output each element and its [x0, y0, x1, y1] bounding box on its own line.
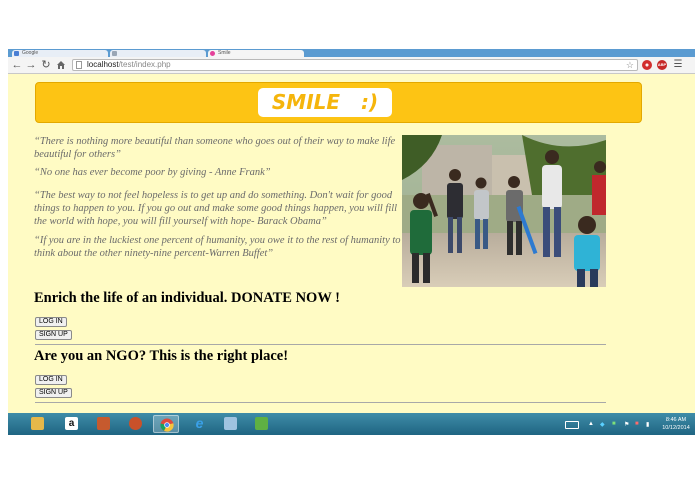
- taskbar-app[interactable]: [122, 415, 148, 433]
- taskbar-app[interactable]: [217, 415, 243, 433]
- menu-button[interactable]: ☰: [672, 59, 684, 71]
- flag-icon[interactable]: ⚑: [624, 421, 629, 428]
- home-button[interactable]: [55, 59, 67, 71]
- home-icon: [57, 61, 65, 69]
- bluetooth-icon[interactable]: ◆: [600, 421, 605, 428]
- tray-arrow-icon[interactable]: ▲: [588, 421, 594, 427]
- bookmark-star-icon[interactable]: ☆: [626, 60, 634, 70]
- taskbar-app[interactable]: [24, 415, 50, 433]
- extension-button[interactable]: ◉: [642, 60, 652, 70]
- chrome-icon: [160, 418, 174, 432]
- notepad-icon: [224, 417, 237, 430]
- tab-label: Smile: [218, 50, 231, 56]
- ngo-login-button[interactable]: LOG IN: [35, 375, 67, 385]
- amazon-icon: a: [65, 417, 78, 430]
- quote: “There is nothing more beautiful than so…: [34, 136, 396, 160]
- taskbar-app[interactable]: [90, 415, 116, 433]
- browser-tab-google[interactable]: Google: [12, 50, 108, 57]
- quote: “No one has ever become poor by giving -…: [34, 167, 271, 178]
- forward-button[interactable]: →: [25, 59, 37, 71]
- volume-icon[interactable]: ▮: [646, 421, 649, 428]
- taskbar-app[interactable]: e: [186, 415, 212, 433]
- donate-heading: Enrich the life of an individual. DONATE…: [34, 290, 341, 306]
- browser-tab-strip: Google Smile: [8, 49, 695, 57]
- logo[interactable]: SMILE :): [258, 88, 392, 117]
- adblock-icon: ABP: [657, 62, 667, 67]
- tab-label: Google: [22, 50, 39, 56]
- donor-login-button[interactable]: LOG IN: [35, 317, 67, 327]
- screen: Google Smile ← → ↻ localhost/test/index.…: [8, 49, 695, 435]
- page-icon: [76, 61, 82, 69]
- taskbar-app[interactable]: [248, 415, 274, 433]
- url-path: /test/index.php: [118, 60, 171, 69]
- image-viewer-icon: [255, 417, 268, 430]
- url-host: localhost: [87, 60, 119, 69]
- ngo-signup-button[interactable]: SIGN UP: [35, 388, 72, 398]
- section-divider: [35, 402, 606, 403]
- donor-signup-button[interactable]: SIGN UP: [35, 330, 72, 340]
- logo-text: SMILE :): [271, 90, 379, 114]
- quote: “If you are in the luckiest one percent …: [34, 235, 401, 259]
- adblock-button[interactable]: ABP: [657, 60, 667, 70]
- paint-icon: [129, 417, 142, 430]
- system-clock[interactable]: 8:46 AM 10/12/2014: [658, 416, 694, 432]
- ngo-heading: Are you an NGO? This is the right place!: [34, 348, 289, 364]
- arrow-right-icon: →: [25, 59, 37, 71]
- clock-time: 8:46 AM: [665, 417, 687, 423]
- page-favicon-icon: [112, 51, 117, 56]
- taskbar-app[interactable]: a: [58, 415, 84, 433]
- reload-icon: ↻: [41, 59, 51, 71]
- children-playing-photo: [402, 135, 606, 287]
- internet-explorer-icon: e: [195, 415, 204, 431]
- browser-tab-blank[interactable]: [110, 50, 206, 57]
- security-icon[interactable]: ■: [612, 421, 616, 427]
- photos-icon: [97, 417, 110, 430]
- browser-toolbar: ← → ↻ localhost/test/index.php ☆ ◉ ABP ☰: [8, 57, 695, 74]
- extension-icon: ◉: [645, 62, 649, 67]
- arrow-left-icon: ←: [11, 59, 23, 71]
- browser-tab-smile[interactable]: Smile: [208, 50, 304, 57]
- back-button[interactable]: ←: [11, 59, 23, 71]
- smile-favicon-icon: [210, 51, 215, 56]
- reload-button[interactable]: ↻: [40, 59, 52, 71]
- quote: “The best way to not feel hopeless is to…: [34, 190, 398, 227]
- keyboard-icon[interactable]: [565, 421, 579, 429]
- file-explorer-icon: [31, 417, 44, 430]
- header-banner: SMILE :): [35, 82, 642, 123]
- clock-date: 10/12/2014: [662, 425, 690, 431]
- section-divider: [35, 344, 606, 345]
- network-icon[interactable]: ■: [635, 421, 639, 427]
- address-bar[interactable]: localhost/test/index.php ☆: [72, 59, 638, 71]
- children-playing-photo-image: [402, 135, 606, 287]
- taskbar-app[interactable]: [153, 415, 179, 433]
- windows-taskbar: a e ▲ ◆ ■ ⚑ ■ ▮ 8:46 AM 10/12/2014: [8, 413, 695, 435]
- menu-icon: ☰: [673, 59, 683, 70]
- google-favicon-icon: [14, 51, 19, 56]
